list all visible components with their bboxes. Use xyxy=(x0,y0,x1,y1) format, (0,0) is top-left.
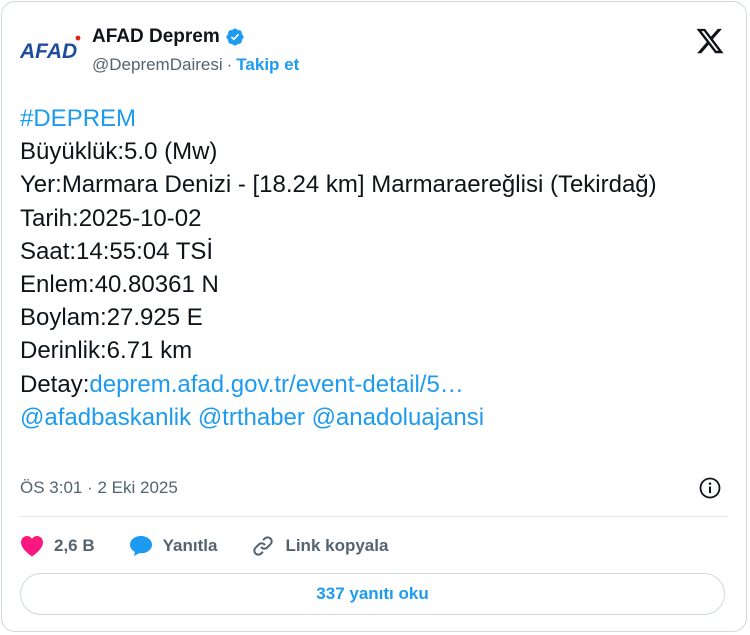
info-icon[interactable] xyxy=(698,476,722,500)
action-bar: 2,6 B Yanıtla Link kopyala xyxy=(20,532,422,560)
afad-logo-text: AFAD xyxy=(20,40,77,63)
copy-link-button[interactable]: Link kopyala xyxy=(251,534,388,558)
longitude-text: Boylam:27.925 E xyxy=(20,304,203,332)
afad-logo-icon: AFAD xyxy=(20,35,81,63)
link-icon xyxy=(253,536,274,556)
x-logo-icon[interactable] xyxy=(695,26,725,56)
mention-afadbaskanlik[interactable]: @afadbaskanlik xyxy=(20,404,191,431)
separator-dot: · xyxy=(226,55,233,74)
date-text: Tarih:2025-10-02 xyxy=(20,204,202,232)
divider xyxy=(20,516,728,517)
follow-button[interactable]: Takip et xyxy=(236,55,299,75)
reply-label: Yanıtla xyxy=(162,536,218,555)
detail-label: Detay: xyxy=(20,370,90,398)
magnitude-text: Büyüklük:5.0 (Mw) xyxy=(20,138,218,166)
location-text: Yer:Marmara Denizi - [18.24 km] Marmarae… xyxy=(20,171,657,199)
hashtag-link[interactable]: #DEPREM xyxy=(20,105,136,132)
like-count: 2,6 B xyxy=(54,536,95,555)
time-text: Saat:14:55:04 TSİ xyxy=(20,237,214,265)
tweet-header: AFAD AFAD Deprem @DepremDairesi · Takip … xyxy=(20,24,728,84)
account-handle[interactable]: @DepremDairesi xyxy=(92,55,223,75)
mention-anadoluajansi[interactable]: @anadoluajansi xyxy=(312,404,485,431)
heart-icon xyxy=(21,536,43,557)
account-name[interactable]: AFAD Deprem xyxy=(92,26,220,48)
mention-trthaber[interactable]: @trthaber xyxy=(198,404,305,431)
handle-row: @DepremDairesi · Takip et xyxy=(92,55,299,75)
depth-text: Derinlik:6.71 km xyxy=(20,337,193,365)
account-name-row[interactable]: AFAD Deprem xyxy=(92,24,299,50)
detail-link[interactable]: deprem.afad.gov.tr/event-detail/5… xyxy=(89,371,463,398)
tweet-timestamp[interactable]: ÖS 3:01 · 2 Eki 2025 xyxy=(20,478,178,498)
reply-button[interactable]: Yanıtla xyxy=(129,535,218,557)
verified-badge-icon xyxy=(225,27,245,47)
reply-bubble-icon xyxy=(129,536,152,556)
read-replies-button[interactable]: 337 yanıtı oku xyxy=(20,573,725,615)
copy-link-label: Link kopyala xyxy=(285,536,389,555)
avatar[interactable]: AFAD xyxy=(20,34,82,64)
tweet-text: #DEPREM Büyüklük:5.0 (Mw) Yer:Marmara De… xyxy=(20,102,720,434)
latitude-text: Enlem:40.80361 N xyxy=(20,271,219,299)
account-info: AFAD Deprem @DepremDairesi · Takip et xyxy=(92,24,299,75)
tweet-card: AFAD AFAD Deprem @DepremDairesi · Takip … xyxy=(1,1,747,632)
like-button[interactable]: 2,6 B xyxy=(20,535,95,557)
